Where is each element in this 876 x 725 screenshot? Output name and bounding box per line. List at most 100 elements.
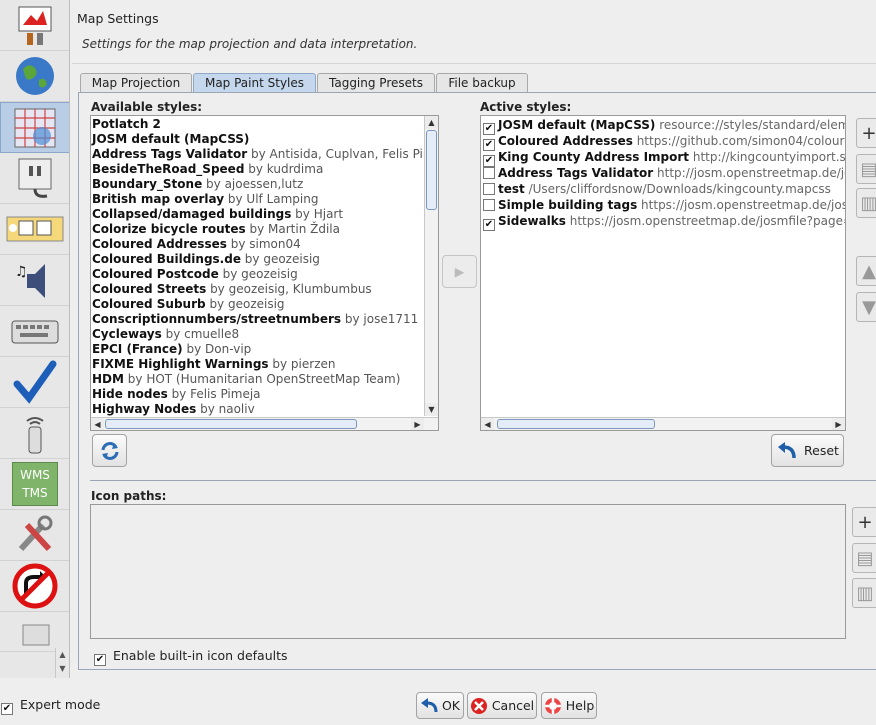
available-style-item[interactable]: EPCI (France) by Don-vip <box>92 342 251 357</box>
reset-button[interactable]: Reset <box>771 434 844 467</box>
style-author: by geozeisig, Klumbumbus <box>210 282 372 296</box>
delete-style-button[interactable]: ▥ <box>856 188 876 218</box>
active-style-item[interactable]: ✔ Coloured Addresses https://github.com/s… <box>483 134 845 151</box>
grid-projection-icon[interactable] <box>0 102 69 153</box>
wms-tms-icon[interactable]: WMS TMS <box>0 459 69 510</box>
style-enabled-checkbox[interactable] <box>483 199 495 211</box>
no-turn-icon[interactable] <box>0 561 69 612</box>
style-name: Coloured Streets <box>92 282 207 296</box>
refresh-button[interactable] <box>92 434 127 467</box>
style-name: British map overlay <box>92 192 225 206</box>
available-style-item[interactable]: Coloured Addresses by simon04 <box>92 237 301 252</box>
active-style-item[interactable]: ✔ King County Address Import http://kingc… <box>483 150 846 167</box>
available-style-item[interactable]: Coloured Postcode by geozeisig <box>92 267 298 282</box>
keyboard-icon[interactable] <box>0 306 69 357</box>
style-author: by pierzen <box>272 357 336 371</box>
scroll-right-arrow-icon[interactable]: ▶ <box>411 418 424 430</box>
active-styles-list[interactable]: ✔ JOSM default (MapCSS) resource://styles… <box>480 115 846 431</box>
help-icon <box>544 697 561 714</box>
available-style-item[interactable]: BesideTheRoad_Speed by kudrdima <box>92 162 323 177</box>
reset-icon <box>778 441 796 458</box>
available-style-item[interactable]: Coloured Streets by geozeisig, Klumbumbu… <box>92 282 372 297</box>
available-style-item[interactable]: JOSM default (MapCSS) <box>92 132 249 147</box>
ok-button[interactable]: OK <box>416 692 464 719</box>
style-name: JOSM default (MapCSS) <box>92 132 250 146</box>
scroll-up-arrow-icon[interactable]: ▲ <box>425 116 438 129</box>
active-horizontal-scrollbar[interactable]: ◀ ▶ <box>481 417 845 430</box>
arrow-right-icon: ▶ <box>454 264 465 279</box>
activate-style-button[interactable]: ▶ <box>442 255 477 288</box>
available-style-item[interactable]: Hide nodes by Felis Pimeja <box>92 387 261 402</box>
available-style-item[interactable]: Boundary_Stone by ajoessen,lutz <box>92 177 303 192</box>
scroll-left-arrow-icon[interactable]: ◀ <box>91 418 104 430</box>
style-source: http://kingcountyimport.s3-w <box>692 150 846 164</box>
scroll-thumb[interactable] <box>426 130 437 210</box>
active-style-item[interactable]: ✔ Sidewalks https://josm.openstreetmap.de… <box>483 214 845 231</box>
plus-icon: + <box>857 511 873 533</box>
available-style-item[interactable]: Address Tags Validator by Antisida, Cupl… <box>92 147 438 162</box>
tab-file-backup[interactable]: File backup <box>436 73 528 93</box>
hscroll-thumb[interactable] <box>497 419 655 429</box>
style-author: by naoliv <box>200 402 255 416</box>
available-style-item[interactable]: Collapsed/damaged buildings by Hjart <box>92 207 343 222</box>
audio-icon[interactable]: ♫ <box>0 255 69 306</box>
more-icon[interactable] <box>0 612 69 652</box>
available-vertical-scrollbar[interactable]: ▲ ▼ <box>424 116 438 416</box>
add-icon-path-button[interactable]: + <box>852 507 876 537</box>
available-style-item[interactable]: Highway Nodes by naoliv <box>92 402 255 417</box>
move-down-button[interactable]: ▼ <box>856 292 876 322</box>
active-style-item[interactable]: ✔ JOSM default (MapCSS) resource://styles… <box>483 118 845 135</box>
tms-label: TMS <box>22 486 48 500</box>
style-author: by kudrdima <box>248 162 324 176</box>
tab-tagging-presets[interactable]: Tagging Presets <box>317 73 435 93</box>
tab-map-paint-styles[interactable]: Map Paint Styles <box>193 73 316 93</box>
edit-style-button[interactable]: ▤ <box>856 154 876 184</box>
enable-icon-defaults-option[interactable]: ✔ Enable built-in icon defaults <box>94 648 288 666</box>
help-button[interactable]: Help <box>541 692 597 719</box>
plugin-icon[interactable] <box>0 153 69 204</box>
scroll-down-arrow-icon[interactable]: ▼ <box>425 403 438 416</box>
active-style-item[interactable]: Simple building tags https://josm.openst… <box>483 198 845 213</box>
available-style-item[interactable]: British map overlay by Ulf Lamping <box>92 192 318 207</box>
cancel-button[interactable]: Cancel <box>467 692 537 719</box>
style-enabled-checkbox[interactable] <box>483 183 495 195</box>
expert-mode-option[interactable]: ✔ Expert mode <box>1 697 100 715</box>
add-style-button[interactable]: + <box>856 118 876 148</box>
available-style-item[interactable]: HDM by HOT (Humanitarian OpenStreetMap T… <box>92 372 400 387</box>
available-style-item[interactable]: Colorize bicycle routes by Martin Ždila <box>92 222 340 237</box>
available-horizontal-scrollbar[interactable]: ◀ ▶ <box>91 417 438 430</box>
tab-map-projection[interactable]: Map Projection <box>80 73 192 93</box>
advanced-tools-icon[interactable] <box>0 510 69 561</box>
move-up-button[interactable]: ▲ <box>856 256 876 286</box>
icon-paths-table[interactable] <box>90 504 846 639</box>
scroll-right-arrow-icon[interactable]: ▶ <box>832 418 845 430</box>
style-enabled-checkbox[interactable]: ✔ <box>483 219 495 231</box>
style-name: Hide nodes <box>92 387 168 401</box>
expert-mode-checkbox[interactable]: ✔ <box>1 703 13 715</box>
active-style-item[interactable]: test /Users/cliffordsnow/Downloads/kingc… <box>483 182 831 197</box>
display-settings-icon[interactable] <box>0 0 69 51</box>
available-style-item[interactable]: Potlatch 2 <box>92 117 161 132</box>
available-style-item[interactable]: Coloured Suburb by geozeisig <box>92 297 285 312</box>
style-name: Sidewalks <box>498 214 566 228</box>
enable-icon-defaults-checkbox[interactable]: ✔ <box>94 654 106 666</box>
available-style-item[interactable]: Cycleways by cmuelle8 <box>92 327 239 342</box>
validator-icon[interactable] <box>0 357 69 408</box>
sidebar-scrollbar[interactable]: ▲ ▼ <box>55 648 69 678</box>
available-style-item[interactable]: FIXME Highlight Warnings by pierzen <box>92 357 335 372</box>
style-source: /Users/cliffordsnow/Downloads/kingcounty… <box>528 182 831 196</box>
style-enabled-checkbox[interactable] <box>483 167 495 179</box>
scroll-left-arrow-icon[interactable]: ◀ <box>481 418 494 430</box>
available-styles-list[interactable]: Potlatch 2 JOSM default (MapCSS) Address T… <box>90 115 439 431</box>
delete-icon-path-button[interactable]: ▥ <box>852 578 876 608</box>
toolbar-icon[interactable] <box>0 204 69 255</box>
style-name: Coloured Addresses <box>92 237 227 251</box>
available-style-item[interactable]: Conscriptionnumbers/streetnumbers by jos… <box>92 312 418 327</box>
active-style-item[interactable]: Address Tags Validator http://josm.opens… <box>483 166 846 181</box>
edit-icon-path-button[interactable]: ▤ <box>852 543 876 573</box>
available-style-item[interactable]: Coloured Buildings.de by geozeisig <box>92 252 320 267</box>
hscroll-thumb[interactable] <box>105 419 357 429</box>
map-settings-icon[interactable] <box>0 51 69 102</box>
style-source: http://josm.openstreetmap.de/jos <box>657 166 846 180</box>
remote-control-icon[interactable] <box>0 408 69 459</box>
